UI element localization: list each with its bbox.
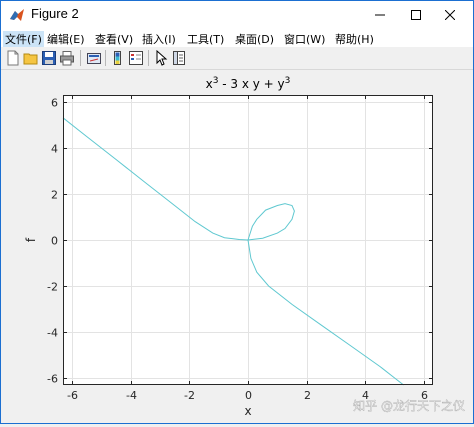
open-file-icon[interactable]	[23, 50, 39, 66]
watermark-text: 知乎 @龙行天下之仪	[353, 399, 465, 413]
menu-edit[interactable]: 编辑(E)	[47, 31, 85, 47]
x-axis-label: x	[244, 404, 251, 418]
y-tick-label: -2	[47, 281, 58, 294]
title-bar[interactable]: Figure 2	[1, 1, 473, 29]
close-icon	[445, 10, 455, 20]
link-plot-icon[interactable]	[86, 50, 102, 66]
menu-insert[interactable]: 插入(I)	[142, 31, 176, 47]
figure-window: Figure 2 文件(F) 编辑(E) 查看(V) 插入(I) 工具(T) 桌…	[0, 0, 474, 424]
toolbar	[1, 47, 473, 70]
toolbar-separator	[148, 50, 149, 66]
x-tick-label: 2	[304, 389, 311, 402]
menu-help[interactable]: 帮助(H)	[335, 31, 374, 47]
new-figure-icon[interactable]	[5, 50, 21, 66]
menu-view[interactable]: 查看(V)	[95, 31, 133, 47]
insert-legend-icon[interactable]	[128, 50, 144, 66]
print-icon[interactable]	[59, 50, 75, 66]
x-tick-label: -2	[184, 389, 195, 402]
plot-svg: -6 -4 -2 0 2 4 6-6-4-20246 x3 - 3 x y + y3 x f…	[24, 76, 465, 418]
matlab-logo-icon	[10, 9, 24, 21]
minimize-icon	[375, 14, 385, 16]
menu-file[interactable]: 文件(F)	[3, 31, 44, 47]
property-inspector-icon[interactable]	[171, 50, 187, 66]
menu-tools[interactable]: 工具(T)	[187, 31, 224, 47]
x-tick-label: -4	[126, 389, 137, 402]
y-tick-label: 2	[51, 189, 58, 202]
x-tick-label: -6	[67, 389, 78, 402]
save-icon[interactable]	[41, 50, 57, 66]
toolbar-separator	[105, 50, 106, 66]
plot-title: x3 - 3 x y + y3	[206, 76, 291, 91]
y-tick-label: -6	[47, 373, 58, 386]
insert-colorbar-icon[interactable]	[110, 50, 126, 66]
y-tick-label: -4	[47, 327, 58, 340]
window-title: Figure 2	[31, 6, 79, 21]
x-tick-label: 0	[245, 389, 252, 402]
menu-desktop[interactable]: 桌面(D)	[235, 31, 274, 47]
menu-window[interactable]: 窗口(W)	[284, 31, 325, 47]
y-tick-label: 6	[51, 97, 58, 110]
menu-bar: 文件(F) 编辑(E) 查看(V) 插入(I) 工具(T) 桌面(D) 窗口(W…	[1, 29, 473, 47]
toolbar-separator	[80, 50, 81, 66]
y-tick-label: 0	[51, 235, 58, 248]
maximize-icon	[411, 10, 421, 20]
y-axis-label: f	[24, 237, 38, 242]
figure-canvas[interactable]: -6 -4 -2 0 2 4 6 -6 -4 -2 0 2 4 6 x3 - 3 x y + y3 x f…	[1, 70, 473, 423]
y-tick-label: 4	[51, 143, 58, 156]
close-button[interactable]	[427, 1, 473, 29]
edit-plot-arrow-icon[interactable]	[153, 50, 169, 66]
